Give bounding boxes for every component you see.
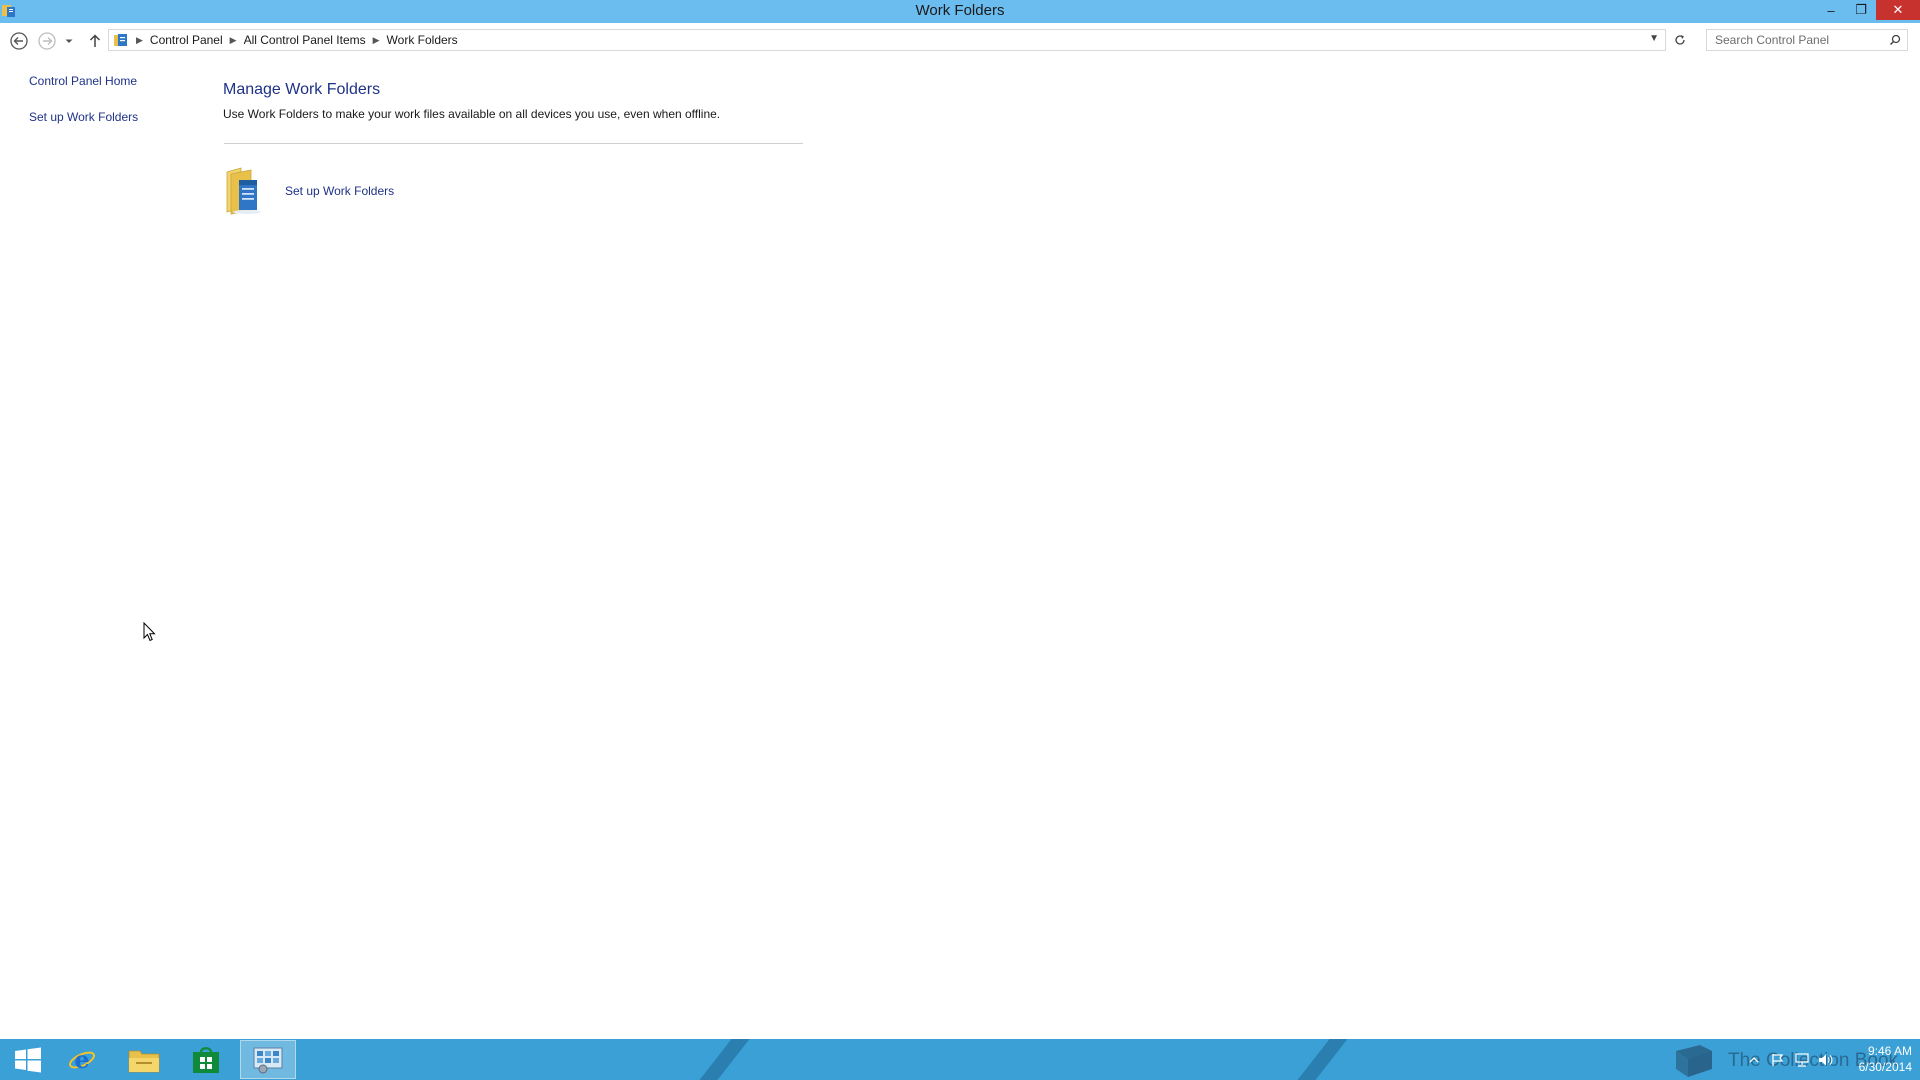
setup-work-folders-task[interactable]: Set up Work Folders [225, 166, 394, 216]
forward-button[interactable] [36, 30, 58, 52]
network-icon-glyph [1795, 1052, 1809, 1067]
search-box[interactable] [1706, 29, 1908, 51]
control-panel-taskbar-button[interactable] [240, 1040, 296, 1079]
navigation-bar: ▶ Control Panel ▶ All Control Panel Item… [0, 23, 1920, 59]
chevron-right-icon[interactable]: ▶ [230, 35, 237, 46]
mouse-cursor-icon [143, 622, 156, 642]
control-panel-icon [253, 1047, 283, 1073]
breadcrumb-all-control-panel-items[interactable]: All Control Panel Items [244, 33, 366, 47]
chevron-down-icon [65, 39, 73, 43]
store-taskbar-button[interactable] [178, 1040, 234, 1079]
search-input[interactable] [1715, 33, 1885, 47]
chevron-right-icon[interactable]: ▶ [373, 35, 380, 46]
recent-locations-button[interactable] [62, 30, 76, 52]
refresh-icon [1675, 35, 1685, 45]
arrow-left-circle-icon [10, 32, 28, 50]
action-center-icon[interactable] [1768, 1050, 1788, 1070]
clock-date: 6/30/2014 [1858, 1060, 1912, 1074]
up-button[interactable] [84, 30, 106, 52]
file-explorer-icon [128, 1050, 160, 1072]
page-description: Use Work Folders to make your work files… [223, 107, 721, 121]
chevron-up-icon [1749, 1056, 1759, 1062]
book-icon [1676, 1045, 1712, 1077]
taskbar-decoration [1282, 1039, 1356, 1080]
clock-time: 9:46 AM [1867, 1044, 1912, 1058]
search-icon[interactable] [1889, 34, 1901, 46]
system-clock[interactable]: 9:46 AM 6/30/2014 [1840, 1043, 1912, 1075]
control-panel-location-icon [114, 34, 127, 46]
flag-icon [1772, 1053, 1784, 1066]
control-panel-home-link[interactable]: Control Panel Home [29, 74, 137, 88]
arrow-right-circle-icon [38, 32, 56, 50]
chevron-right-icon[interactable]: ▶ [136, 35, 143, 46]
setup-work-folders-link[interactable]: Set up Work Folders [285, 184, 394, 198]
left-setup-work-folders-link[interactable]: Set up Work Folders [29, 110, 138, 124]
address-history-dropdown-icon[interactable]: ▼ [1649, 33, 1659, 44]
window-title: Work Folders [915, 2, 1005, 19]
internet-explorer-taskbar-button[interactable]: e [54, 1040, 110, 1079]
file-explorer-taskbar-button[interactable] [116, 1040, 172, 1079]
system-tray [1740, 1039, 1836, 1080]
breadcrumb-work-folders[interactable]: Work Folders [387, 33, 458, 47]
page-title: Manage Work Folders [223, 81, 381, 98]
restore-button[interactable]: ❐ [1846, 0, 1876, 20]
speaker-icon [1819, 1054, 1833, 1065]
svg-text:e: e [74, 1045, 89, 1074]
windows-logo-icon [15, 1047, 41, 1072]
address-bar[interactable]: ▶ Control Panel ▶ All Control Panel Item… [108, 29, 1666, 51]
taskbar: e The Collection Book 9:46 AM 6/30/2014 [0, 1039, 1920, 1080]
start-button[interactable] [0, 1040, 56, 1079]
minimize-button[interactable]: – [1816, 0, 1846, 20]
back-button[interactable] [8, 30, 30, 52]
arrow-up-icon [89, 34, 101, 47]
taskbar-decoration [684, 1039, 758, 1080]
store-icon [193, 1046, 219, 1073]
title-bar: Work Folders – ❐ ✕ [0, 0, 1920, 23]
internet-explorer-icon: e [68, 1045, 96, 1074]
section-divider [224, 143, 803, 144]
breadcrumb-control-panel[interactable]: Control Panel [150, 33, 223, 47]
close-button[interactable]: ✕ [1876, 0, 1920, 20]
refresh-button[interactable] [1668, 29, 1692, 51]
show-hidden-icons-button[interactable] [1744, 1050, 1764, 1070]
network-icon[interactable] [1792, 1050, 1812, 1070]
work-folders-icon[interactable] [225, 166, 269, 216]
volume-icon[interactable] [1816, 1050, 1836, 1070]
